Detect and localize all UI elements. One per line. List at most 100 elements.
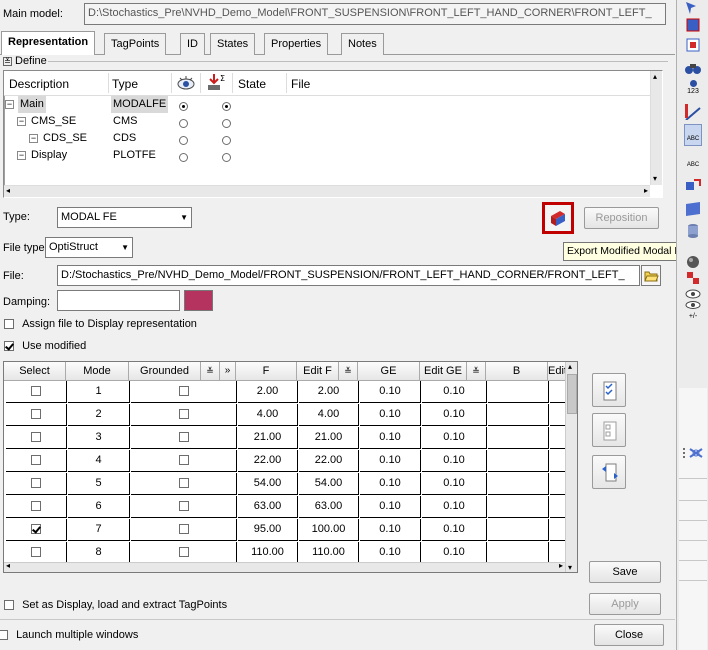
use-modified-checkbox-row[interactable]: Use modified [4,340,86,352]
tree-row-display[interactable]: − Display PLOTFE [4,147,232,164]
scroll-right-icon[interactable]: ▸ [644,186,648,195]
scroll-up-icon[interactable]: ▴ [568,362,572,371]
reposition-button[interactable]: Reposition [584,207,659,229]
damping-color-swatch[interactable] [184,290,213,311]
measure-icon[interactable] [684,102,702,120]
mask-icon[interactable] [684,16,702,34]
cell-edit-ge[interactable]: 0.10 [422,542,487,562]
collapse-icon[interactable]: − [17,117,26,126]
header-type[interactable]: Type [112,77,138,91]
cell-edit-ge[interactable]: 0.10 [422,381,487,403]
export-modified-modal-file-button[interactable] [542,202,574,234]
select-checkbox[interactable] [31,478,41,489]
close-button[interactable]: Close [594,624,664,646]
cell-edit-f[interactable]: 54.00 [299,473,359,495]
select-checkbox[interactable] [31,455,41,466]
cell-select[interactable] [6,519,67,541]
type-dropdown[interactable]: MODAL FE ▼ [57,207,192,228]
cell-grounded[interactable] [131,427,237,449]
connections-icon[interactable] [680,443,706,463]
table-row[interactable]: 2 4.00 4.00 0.10 0.10 [4,404,577,427]
select-checkbox[interactable] [31,524,41,535]
assign-file-checkbox-row[interactable]: Assign file to Display representation [4,318,197,330]
collapse-define-icon[interactable]: ≚ [3,57,12,66]
cell-edit-f[interactable]: 63.00 [299,496,359,518]
set-display-checkbox[interactable] [4,600,14,611]
table-row[interactable]: 6 63.00 63.00 0.10 0.10 [4,496,577,519]
damping-input[interactable] [57,290,180,311]
apply-button[interactable]: Apply [589,593,661,615]
header-file[interactable]: File [291,77,310,91]
file-type-dropdown[interactable]: OptiStruct ▼ [45,237,133,258]
export-radio[interactable] [222,119,232,128]
display-radio[interactable] [179,119,188,128]
select-checkbox[interactable] [31,409,41,420]
cell-b[interactable] [488,519,549,541]
display-radio[interactable] [179,136,188,145]
cell-b[interactable] [488,427,549,449]
cylinder-icon[interactable] [684,222,702,240]
grounded-checkbox[interactable] [178,547,189,558]
representation-tree[interactable]: Description Type Σ State File − Main MOD… [3,70,663,198]
header-edit-f[interactable]: Edit F [297,362,339,381]
grounded-checkbox[interactable] [178,524,189,535]
cell-select[interactable] [6,450,67,472]
cell-grounded[interactable] [131,450,237,472]
grounded-checkbox[interactable] [178,386,189,397]
set-display-checkbox-row[interactable]: Set as Display, load and extract TagPoin… [4,599,227,611]
cell-edit-f[interactable]: 110.00 [299,542,359,562]
collapse-icon[interactable]: − [29,134,38,143]
cell-select[interactable] [6,473,67,495]
tree-row-main[interactable]: − Main MODALFE [4,96,232,113]
select-all-button[interactable] [592,373,626,407]
select-checkbox[interactable] [31,547,41,558]
collapse-icon[interactable]: − [17,151,26,160]
export-radio[interactable] [222,102,232,111]
grounded-checkbox[interactable] [178,478,189,489]
filter-edit-f-icon[interactable]: ≚ [339,362,358,381]
scroll-left-icon[interactable]: ◂ [6,561,10,570]
cell-b[interactable] [488,450,549,472]
isolate-icon[interactable] [684,36,702,54]
assembly-icon[interactable] [684,270,702,288]
filter-edit-ge-icon[interactable]: ≚ [467,362,486,381]
header-f[interactable]: F [236,362,297,381]
select-checkbox[interactable] [31,432,41,443]
cell-edit-f[interactable]: 2.00 [299,381,359,403]
expand-columns-icon[interactable]: » [220,362,236,381]
scroll-down-icon[interactable]: ▾ [568,563,572,572]
transform-icon[interactable] [684,176,702,194]
header-select[interactable]: Select [4,362,66,381]
select-checkbox[interactable] [31,386,41,397]
label-abc-icon[interactable]: ABC [684,150,702,168]
cell-edit-f[interactable]: 100.00 [299,519,359,541]
cell-grounded[interactable] [131,473,237,495]
cell-edit-ge[interactable]: 0.10 [422,450,487,472]
header-mode[interactable]: Mode [66,362,129,381]
tree-row-cds-se[interactable]: − CDS_SE CDS [4,130,232,147]
browse-folder-button[interactable] [641,265,661,286]
table-row[interactable]: 8 110.00 110.00 0.10 0.10 [4,542,577,562]
modes-grid[interactable]: Select Mode Grounded ≚ » F Edit F ≚ GE E… [3,361,578,573]
header-edit-ge[interactable]: Edit GE [420,362,467,381]
annotation-abc-icon[interactable]: ABC [684,124,702,146]
filter-grounded-icon[interactable]: ≚ [201,362,220,381]
header-state[interactable]: State [238,77,266,91]
cell-edit-f[interactable]: 22.00 [299,450,359,472]
cell-b[interactable] [488,381,549,403]
table-row[interactable]: 7 95.00 100.00 0.10 0.10 [4,519,577,542]
cell-edit-ge[interactable]: 0.10 [422,473,487,495]
swap-selection-button[interactable] [592,455,626,489]
cell-b[interactable] [488,542,549,562]
scroll-right-icon[interactable]: ▸ [559,561,563,570]
cell-select[interactable] [6,496,67,518]
cell-select[interactable] [6,542,67,562]
display-radio[interactable] [179,102,188,111]
header-ge[interactable]: GE [358,362,420,381]
tab-notes[interactable]: Notes [341,33,384,55]
cell-edit-f[interactable]: 4.00 [299,404,359,426]
assign-file-checkbox[interactable] [4,319,14,330]
export-radio[interactable] [222,153,232,162]
cell-select[interactable] [6,427,67,449]
cell-grounded[interactable] [131,496,237,518]
